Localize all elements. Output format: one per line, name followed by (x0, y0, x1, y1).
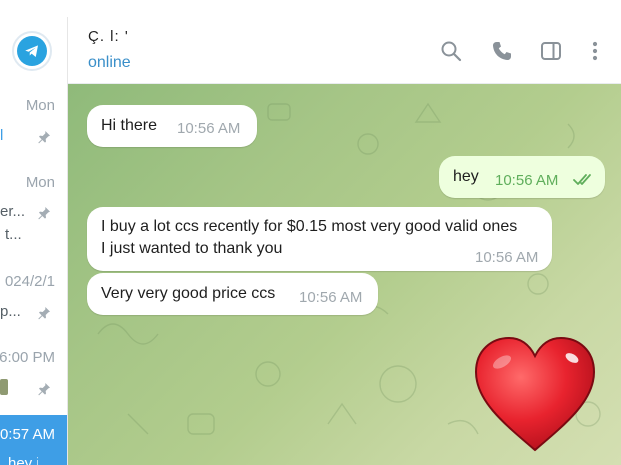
message-text: hey (453, 168, 479, 185)
chat-time: 0:57 AM (0, 426, 55, 443)
message-text: Very very good price ccs (101, 285, 276, 302)
peer-status: online (88, 54, 131, 71)
chat-list-item[interactable]: 024/2/1 p... (0, 263, 67, 339)
message-text: Hi there (101, 117, 158, 134)
heart-sticker[interactable] (472, 334, 598, 454)
chat-list-item[interactable]: 6:00 PM (0, 339, 67, 415)
more-vertical-icon[interactable] (583, 39, 607, 63)
message-bubble-outgoing[interactable]: hey 10:56 AM (439, 156, 605, 198)
search-icon[interactable] (439, 39, 463, 63)
telegram-logo-icon[interactable] (12, 31, 52, 71)
phone-icon[interactable] (490, 39, 514, 63)
message-time: 10:56 AM (177, 120, 241, 137)
sidebar-toggle-icon[interactable] (539, 39, 563, 63)
chat-list-item[interactable]: Mon er... t... (0, 163, 67, 243)
message-time: 10:56 AM (475, 249, 539, 266)
peer-name[interactable]: Ç. l: ' (88, 28, 129, 45)
chat-preview: er... (0, 203, 26, 220)
chat-preview: p... (0, 303, 21, 320)
pin-icon (38, 207, 50, 220)
chat-time: 6:00 PM (0, 349, 55, 366)
double-check-icon (573, 174, 591, 185)
message-text-line: I buy a lot ccs recently for $0.15 most … (101, 218, 518, 235)
window-top-strip (0, 0, 621, 17)
chat-time: Mon (25, 97, 55, 114)
chat-preview: l (0, 127, 4, 144)
message-bubble-incoming[interactable]: Very very good price ccs 10:56 AM (87, 273, 378, 315)
message-time: 10:56 AM (299, 289, 363, 306)
chat-preview: hey i (8, 455, 38, 465)
message-bubble-incoming[interactable]: I buy a lot ccs recently for $0.15 most … (87, 207, 552, 271)
chat-time: 024/2/1 (4, 273, 55, 290)
chat-preview-line2: t... (5, 226, 22, 243)
pin-icon (38, 383, 50, 396)
message-time: 10:56 AM (495, 172, 559, 189)
chat-list-item[interactable]: Mon l (0, 87, 67, 163)
media-thumbnail (0, 379, 8, 395)
message-text-line: I just wanted to thank you (101, 240, 283, 257)
chat-time: Mon (25, 174, 55, 191)
chat-list-item-active[interactable]: 0:57 AM hey i (0, 415, 67, 465)
message-bubble-incoming[interactable]: Hi there 10:56 AM (87, 105, 257, 147)
chat-list-sidebar: Mon l Mon er... t... 024/2/1 p... 6:00 P… (0, 17, 68, 465)
pin-icon (38, 131, 50, 144)
pin-icon (38, 307, 50, 320)
chat-messages-area[interactable]: Hi there 10:56 AM hey 10:56 AM I buy a l… (68, 84, 621, 465)
chat-header: Ç. l: ' online (68, 17, 621, 84)
